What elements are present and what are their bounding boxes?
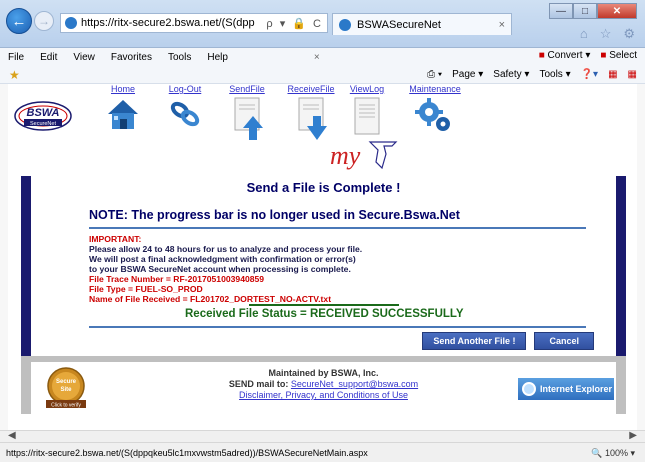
file-name-received: Name of File Received = FL201702_DORTEST… [89,294,332,304]
safety-menu[interactable]: Safety ▾ [493,69,529,80]
convert-button[interactable]: ■ Convert ▾ [539,50,591,61]
menu-file[interactable]: File [8,52,24,63]
send-another-file-button[interactable]: Send Another File ! [422,332,527,350]
support-email-link[interactable]: SecureNet_support@bswa.com [291,379,418,389]
forward-button[interactable]: → [34,11,54,31]
file-trace-number: File Trace Number = RF-2017051003940859 [89,274,265,284]
command-bar: ★ ⎙ ▾ Page ▾ Safety ▾ Tools ▾ ❓▾ ▦ ▦ [0,66,645,84]
print-icon[interactable]: ⎙ ▾ [427,69,442,80]
minimize-button[interactable]: — [549,3,573,19]
svg-text:Click to verify: Click to verify [51,403,81,409]
menu-tools[interactable]: Tools [168,52,191,63]
page-title: Send a File is Complete ! [246,180,401,195]
divider-top [89,227,586,229]
bswa-logo[interactable]: BSWA SecureNet [14,94,72,134]
menu-edit[interactable]: Edit [40,52,57,63]
page-left-edge [0,84,8,430]
nav-home-link[interactable]: Home [94,84,152,94]
download-document-icon[interactable] [291,96,331,142]
nav-receivefile-link[interactable]: ReceiveFile [282,84,340,94]
nav-logout-link[interactable]: Log-Out [156,84,214,94]
favorites-star-icon[interactable]: ☆ [600,26,612,42]
cancel-button[interactable]: Cancel [534,332,594,350]
page-menu[interactable]: Page ▾ [452,69,483,80]
status-url: https://ritx-secure2.bswa.net/(S(dppqkeu… [6,447,368,458]
nav-logout[interactable]: Log-Out [156,84,214,135]
address-url[interactable]: https://ritx-secure2.bswa.net/(S(dpp [81,17,262,29]
nav-home[interactable]: Home [94,84,152,135]
received-file-status: Received File Status = RECEIVED SUCCESSF… [185,308,464,320]
action-buttons: Send Another File ! Cancel [422,332,594,350]
scroll-left-icon[interactable]: ◀ [8,430,16,441]
important-label: IMPORTANT: [89,234,142,244]
progress-note: NOTE: The progress bar is no longer used… [89,208,460,222]
address-tools[interactable]: ρ ▾ 🔒 C [266,17,323,30]
zoom-control[interactable]: 🔍 100% ▾ [591,448,635,459]
status-bar: https://ritx-secure2.bswa.net/(S(dppqkeu… [0,442,645,462]
home-icon[interactable]: ⌂ [580,26,588,42]
back-button[interactable]: ← [6,8,32,34]
gears-icon[interactable] [413,96,457,136]
upload-document-icon[interactable] [227,96,267,142]
tab-favicon-icon [339,18,351,31]
logo-subtext: SecureNet [30,121,56,127]
internet-explorer-badge[interactable]: Internet Explorer [518,378,614,400]
footer-frame: Secure Site Click to verify Maintained b… [21,356,626,414]
tab-close-icon[interactable]: × [499,19,505,31]
house-icon[interactable] [104,96,142,132]
nav-maintenance[interactable]: Maintenance [406,84,464,139]
maximize-button[interactable]: □ [573,3,597,19]
myflorida-logo: my [330,141,398,170]
address-bar[interactable]: https://ritx-secure2.bswa.net/(S(dpp ρ ▾… [60,13,328,33]
file-type: File Type = FUEL-SO_PROD [89,284,203,294]
message-line-3: to your BSWA SecureNet account when proc… [89,264,351,274]
close-toolbar-icon[interactable]: × [314,52,320,63]
translate-icon[interactable]: ▦ [628,69,637,80]
footer-panel: Secure Site Click to verify Maintained b… [31,362,616,414]
browser-right-icons: ⌂ ☆ ⚙ [580,26,635,42]
arrow-left-icon: ← [11,12,27,30]
scroll-right-icon[interactable]: ▶ [629,430,637,441]
divider-bottom [89,326,586,328]
horizontal-scrollbar[interactable]: ◀ ▶ [0,430,645,442]
help-icon[interactable]: ❓▾ [581,69,598,80]
internet-explorer-icon [522,382,536,396]
nav-viewlog-link[interactable]: ViewLog [338,84,396,94]
menu-view[interactable]: View [73,52,95,63]
page-content: BSWA SecureNet Home Log-Out SendFile Rec… [8,84,637,414]
content-frame: Send a File is Complete ! NOTE: The prog… [21,176,626,356]
select-button[interactable]: ■ Select [600,50,637,61]
menu-help[interactable]: Help [207,52,228,63]
content-panel: Send a File is Complete ! NOTE: The prog… [31,176,616,356]
tab-title: BSWASecureNet [357,18,441,31]
pdf-icon: ■ [538,50,545,61]
message-line-1: Please allow 24 to 48 hours for us to an… [89,244,363,254]
logo-text: BSWA [27,107,60,119]
arrow-right-icon: → [38,14,50,28]
message-line-2: We will post a final acknowledgment with… [89,254,356,264]
settings-gear-icon[interactable]: ⚙ [623,26,635,42]
nav-sendfile-link[interactable]: SendFile [218,84,276,94]
research-icon[interactable]: ▦ [608,69,617,80]
tools-menu[interactable]: Tools ▾ [539,69,570,80]
chain-link-icon[interactable] [166,96,204,132]
close-window-button[interactable]: ✕ [597,3,637,19]
menu-bar: File Edit View Favorites Tools Help × ■ … [0,48,645,66]
select-icon: ■ [600,50,607,61]
nav-sendfile[interactable]: SendFile [218,84,276,145]
nav-maintenance-link[interactable]: Maintenance [406,84,464,94]
svg-text:my: my [330,141,361,170]
site-favicon-icon [65,17,77,29]
menu-favorites[interactable]: Favorites [111,52,152,63]
browser-tab[interactable]: BSWASecureNet × [332,13,512,35]
file-info-block: IMPORTANT: Please allow 24 to 48 hours f… [89,234,362,304]
favorites-bar-star-icon[interactable]: ★ [9,68,20,82]
page-right-edge [637,84,645,430]
zoom-icon: 🔍 [591,448,603,458]
browser-titlebar: ← → https://ritx-secure2.bswa.net/(S(dpp… [0,0,645,48]
disclaimer-link[interactable]: Disclaimer, Privacy, and Conditions of U… [239,390,408,400]
window-controls: — □ ✕ [549,3,637,19]
